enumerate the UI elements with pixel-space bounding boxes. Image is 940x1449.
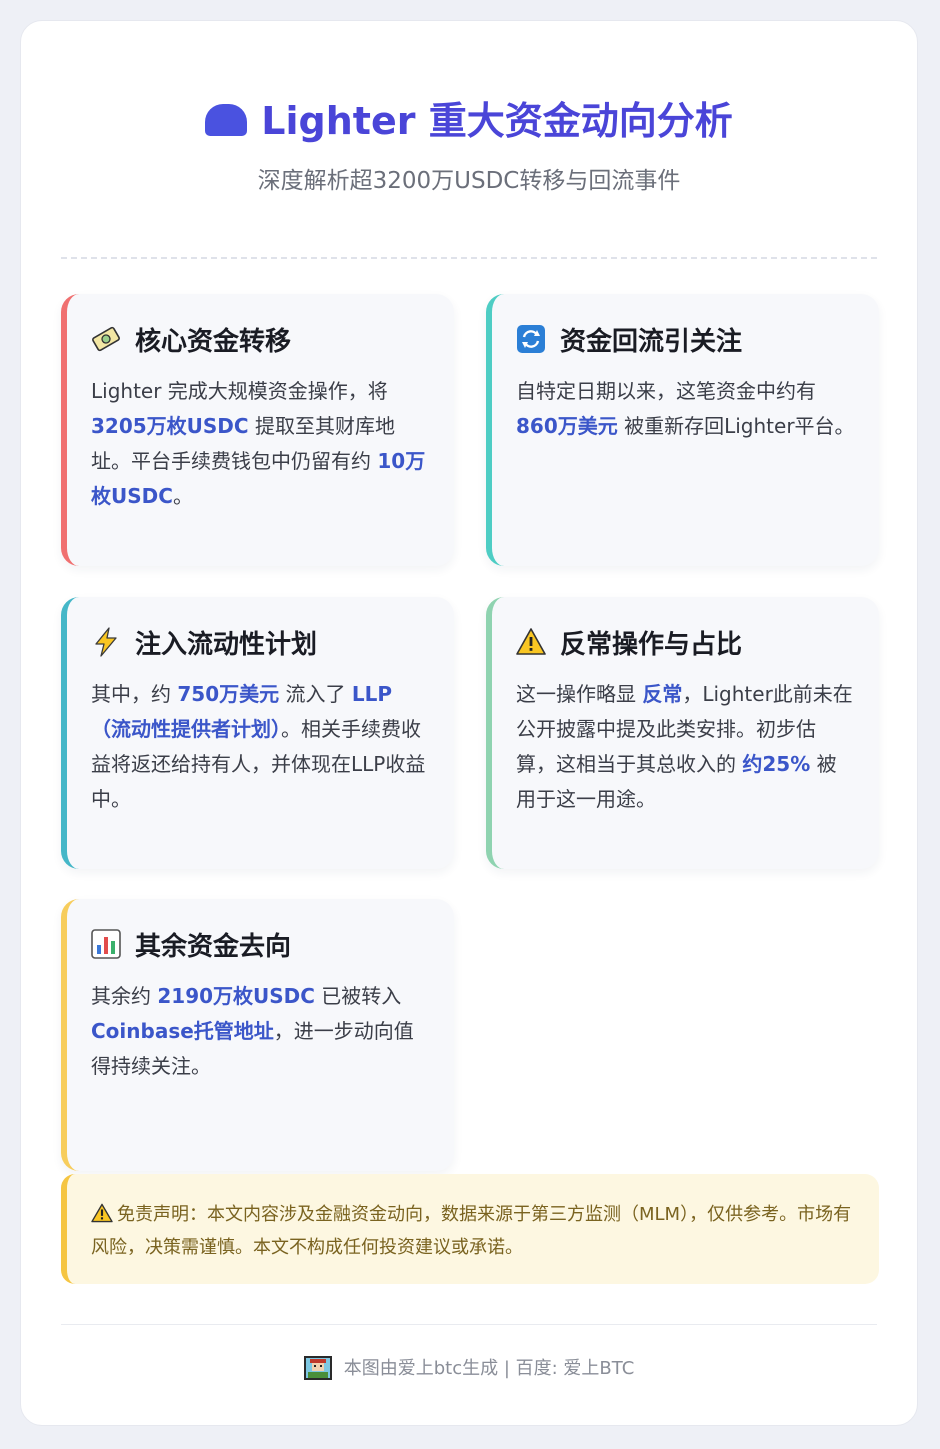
footer-text: 本图由爱上btc生成 | 百度: 爱上BTC <box>343 1358 635 1379</box>
disclaimer-box: 免责声明：本文内容涉及金融资金动向，数据来源于第三方监测（MLM），仅供参考。市… <box>61 1174 879 1284</box>
lightning-icon <box>91 627 121 657</box>
warning-icon <box>91 1203 113 1233</box>
card-title: 其余资金去向 <box>135 931 292 962</box>
card-text: 这一操作略显 <box>516 682 643 706</box>
hat-icon <box>205 104 248 136</box>
page-subtitle: 深度解析超3200万USDC转移与回流事件 <box>257 168 681 194</box>
card-text: 自特定日期以来，这笔资金中约有 <box>516 379 816 403</box>
card-text: 其余约 <box>91 984 158 1008</box>
card-fund-return: 资金回流引关注 自特定日期以来，这笔资金中约有 860万美元 被重新存回Ligh… <box>486 294 879 566</box>
card-highlight: 3205万枚USDC <box>91 414 249 438</box>
card-unusual-operation: 反常操作与占比 这一操作略显 反常，Lighter此前未在公开披露中提及此类安排… <box>486 597 879 869</box>
card-highlight: 860万美元 <box>516 414 618 438</box>
card-text: 被重新存回Lighter平台。 <box>617 414 855 438</box>
footer: 本图由爱上btc生成 | 百度: 爱上BTC <box>61 1354 877 1384</box>
page-title-text: Lighter 重大资金动向分析 <box>261 99 733 143</box>
bar-chart-icon <box>91 929 121 959</box>
header-divider <box>61 257 877 259</box>
card-body: 这一操作略显 反常，Lighter此前未在公开披露中提及此类安排。初步估算，这相… <box>516 677 855 817</box>
card-highlight: 750万美元 <box>177 682 280 706</box>
card-highlight: 约25% <box>742 752 811 776</box>
card-header: 其余资金去向 <box>91 923 430 965</box>
footer-divider <box>61 1324 877 1325</box>
card-title: 反常操作与占比 <box>560 629 743 660</box>
card-highlight: 2190万枚USDC <box>157 984 315 1008</box>
money-icon <box>91 324 121 354</box>
card-body: 自特定日期以来，这笔资金中约有 860万美元 被重新存回Lighter平台。 <box>516 374 855 444</box>
card-title: 注入流动性计划 <box>135 629 318 660</box>
card-body: 其中，约 750万美元 流入了 LLP（流动性提供者计划）。相关手续费收益将返还… <box>91 677 430 817</box>
card-title: 资金回流引关注 <box>560 326 743 357</box>
card-highlight: 反常 <box>642 682 683 706</box>
card-remaining-funds: 其余资金去向 其余约 2190万枚USDC 已被转入 Coinbase托管地址，… <box>61 899 454 1171</box>
card-text: 已被转入 <box>314 984 402 1008</box>
card-text: 其中，约 <box>91 682 178 706</box>
card-text: 。 <box>172 484 193 508</box>
warning-icon <box>516 627 546 657</box>
card-header: 注入流动性计划 <box>91 621 430 663</box>
main-card: Lighter 重大资金动向分析 深度解析超3200万USDC转移与回流事件 核… <box>20 20 918 1426</box>
card-body: 其余约 2190万枚USDC 已被转入 Coinbase托管地址，进一步动向值得… <box>91 979 430 1084</box>
card-text: 流入了 <box>279 682 352 706</box>
card-title: 核心资金转移 <box>135 326 292 357</box>
card-body: Lighter 完成大规模资金操作，将 3205万枚USDC 提取至其财库地址。… <box>91 374 430 514</box>
card-text: Lighter 完成大规模资金操作，将 <box>91 379 388 403</box>
header: Lighter 重大资金动向分析 深度解析超3200万USDC转移与回流事件 <box>61 91 877 201</box>
card-header: 核心资金转移 <box>91 318 430 360</box>
card-liquidity-plan: 注入流动性计划 其中，约 750万美元 流入了 LLP（流动性提供者计划）。相关… <box>61 597 454 869</box>
card-highlight: Coinbase托管地址 <box>91 1019 274 1043</box>
card-header: 资金回流引关注 <box>516 318 855 360</box>
card-core-transfer: 核心资金转移 Lighter 完成大规模资金操作，将 3205万枚USDC 提取… <box>61 294 454 566</box>
card-header: 反常操作与占比 <box>516 621 855 663</box>
disclaimer-text: 免责声明：本文内容涉及金融资金动向，数据来源于第三方监测（MLM），仅供参考。市… <box>91 1204 852 1258</box>
pixel-avatar-icon <box>303 1356 332 1380</box>
page-title: Lighter 重大资金动向分析 <box>61 91 877 151</box>
refresh-icon <box>516 324 546 354</box>
